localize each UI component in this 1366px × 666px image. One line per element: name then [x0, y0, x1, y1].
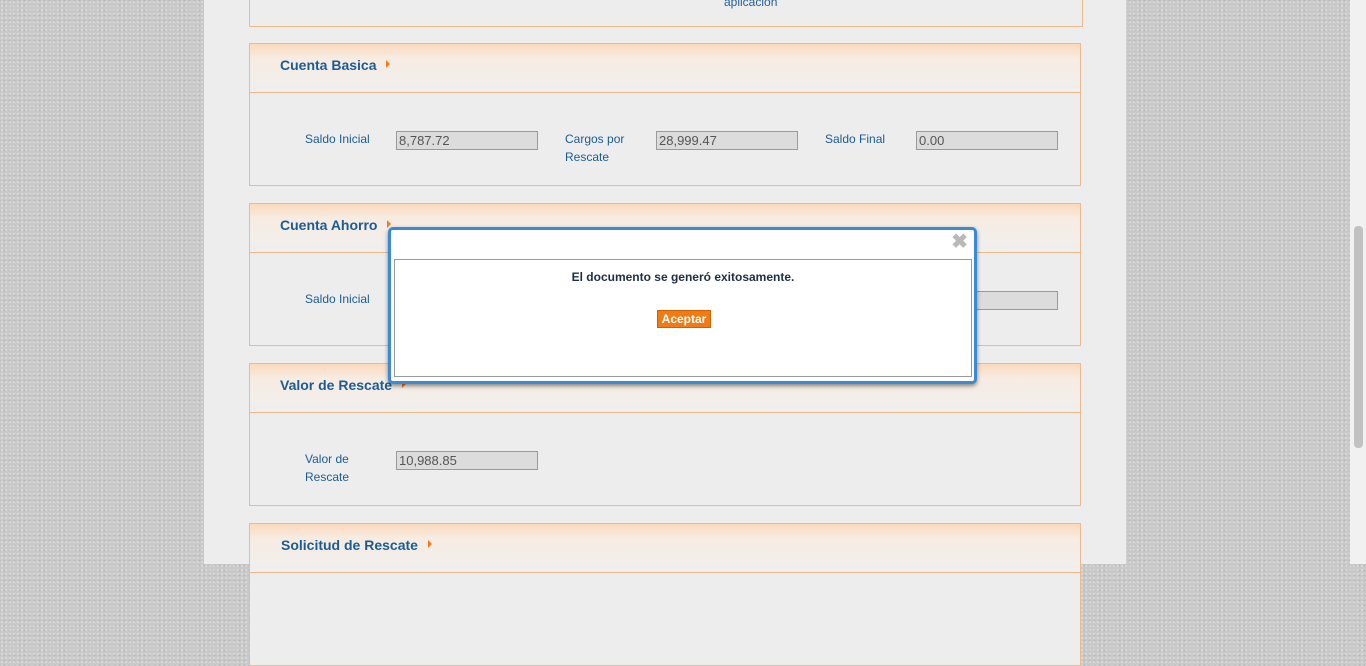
- section-solicitud-rescate: Solicitud de Rescate: [249, 523, 1081, 666]
- section-title[interactable]: Cuenta Basica: [280, 57, 391, 73]
- section-title[interactable]: Cuenta Ahorro: [280, 217, 392, 233]
- expand-arrow-icon: [427, 540, 432, 548]
- saldo-final-field[interactable]: [916, 131, 1058, 150]
- saldo-inicial-label: Saldo Inicial: [305, 292, 370, 306]
- valor-rescate-field[interactable]: [396, 451, 538, 470]
- section-header[interactable]: Cuenta Basica: [250, 44, 1080, 93]
- expand-arrow-icon: [386, 60, 391, 68]
- section-text-fragment: aplicación: [724, 0, 778, 9]
- section-cuenta-basica: Cuenta Basica Saldo Inicial Cargos por R…: [249, 43, 1081, 186]
- cargos-rescate-label: Cargos por Rescate: [565, 132, 625, 164]
- cargos-rescate-field[interactable]: [656, 131, 798, 150]
- section-title[interactable]: Solicitud de Rescate: [281, 537, 432, 553]
- dialog-message: El documento se generó exitosamente.: [571, 270, 795, 284]
- valor-rescate-label: Valor de Rescate: [305, 452, 350, 484]
- saldo-final-label: Saldo Final: [825, 132, 886, 146]
- saldo-inicial-field[interactable]: [396, 131, 538, 150]
- section-valor-rescate: Valor de Rescate Valor de Rescate: [249, 363, 1081, 506]
- previous-section-panel: aplicación: [249, 0, 1083, 27]
- scrollbar-thumb[interactable]: [1354, 226, 1363, 448]
- section-header[interactable]: Solicitud de Rescate: [250, 524, 1080, 573]
- saldo-inicial-label: Saldo Inicial: [305, 132, 370, 146]
- dialog-body: El documento se generó exitosamente. Ace…: [394, 259, 972, 377]
- accept-button[interactable]: Aceptar: [657, 310, 711, 328]
- close-icon[interactable]: ✖: [951, 232, 968, 252]
- success-dialog: ✖ El documento se generó exitosamente. A…: [388, 227, 977, 384]
- page-scrollbar[interactable]: [1350, 0, 1366, 564]
